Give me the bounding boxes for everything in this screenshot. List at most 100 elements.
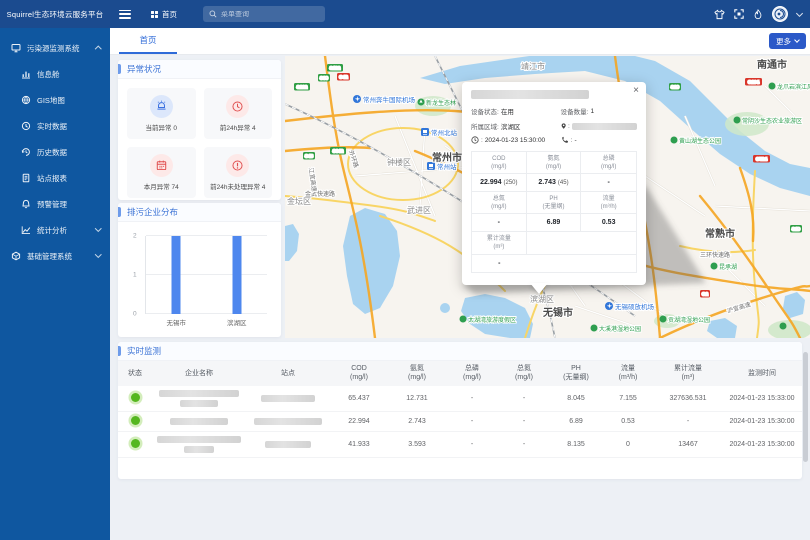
card-month-abnormal[interactable]: 本月异常 74	[127, 147, 196, 198]
park-poi-icon	[660, 316, 667, 323]
park-poi-icon	[769, 83, 776, 90]
chart-bar[interactable]	[232, 236, 241, 314]
park-poi-icon	[591, 325, 598, 332]
metric-header-empty	[527, 232, 636, 254]
map-district-label: 钟楼区	[387, 157, 411, 167]
bar-chart-plot: 012无锡市滨湖区	[145, 236, 267, 314]
chevron-down-icon[interactable]	[796, 9, 803, 16]
card-24h-abnormal[interactable]: 前24h异常 4	[204, 88, 273, 139]
sidebar-item-label: 基础管理系统	[27, 251, 72, 262]
chart-gridline	[146, 313, 267, 314]
flame-icon[interactable]	[753, 9, 763, 20]
metric-header: 总氮(mg/l)	[472, 192, 527, 214]
monitor-row[interactable]: 22.994 2.743 - - 6.89 0.53 - 2024-01-23 …	[118, 411, 802, 431]
park-poi-icon	[711, 263, 718, 270]
clock-icon	[226, 95, 249, 118]
menu-search[interactable]	[203, 6, 325, 22]
clock-icon	[471, 136, 479, 144]
sidebar-item-realtime-data[interactable]: 实时数据	[0, 113, 110, 139]
metric-value: -	[472, 214, 527, 232]
cell-flow: 0.53	[602, 411, 654, 431]
tab-home[interactable]: 首页	[119, 28, 177, 54]
map-poi-label: 太湖湾旅游度假区	[468, 316, 516, 324]
redacted-site-name	[254, 418, 322, 425]
abnormal-status-panel: 异常状况 当前异常 0 前24h异常 4 本月异常 74 前24h未处理异常 4	[118, 60, 281, 200]
sidebar-item-pollution-monitor-system[interactable]: 污染源监测系统	[0, 35, 110, 61]
metric-header: 氨氮(mg/l)	[527, 152, 582, 174]
sidebar-item-history-data[interactable]: 历史数据	[0, 139, 110, 165]
breadcrumb-home[interactable]: 首页	[151, 9, 177, 20]
map-poi-label: 大溪港湿地公园	[599, 325, 641, 333]
field-label: 设备状态:	[471, 106, 499, 116]
field-value: 1	[590, 108, 594, 115]
monitor-row[interactable]: 65.437 12.731 - - 8.045 7.155 327636.531…	[118, 386, 802, 412]
home-grid-icon	[151, 11, 158, 18]
search-input[interactable]	[221, 11, 319, 18]
abnormal-panel-title: 异常状况	[118, 60, 281, 79]
cell-flow: 0	[602, 431, 654, 457]
chart-x-label: 滨湖区	[227, 317, 247, 327]
field-label: 所属区域:	[471, 121, 499, 131]
map-poi-label: 黄山湖生态公园	[679, 137, 721, 145]
monitor-table: 状态 企业名称 站点 COD(mg/l) 氨氮(mg/l) 总磷(mg/l) 总…	[118, 361, 802, 458]
page-scrollbar[interactable]	[803, 352, 808, 462]
user-avatar[interactable]	[772, 6, 788, 22]
park-poi-icon	[734, 117, 741, 124]
sidebar-item-info-cabin[interactable]: 信息舱	[0, 61, 110, 87]
abnormal-cards: 当前异常 0 前24h异常 4 本月异常 74 前24h未处理异常 4	[118, 79, 281, 207]
chart-bar[interactable]	[172, 236, 181, 314]
redacted-site-name	[265, 441, 311, 448]
realtime-clock-icon	[21, 121, 31, 131]
map-poi-label: 无锡硕放机场	[615, 302, 655, 311]
popup-fields: 设备状态:在用 设备数量:1 所属区域:滨湖区 : : 2024-01-23 1…	[471, 106, 637, 144]
metric-value: 0.53	[581, 214, 636, 232]
theme-shirt-icon[interactable]	[714, 9, 725, 20]
metric-value: 22.994 (250)	[472, 174, 527, 192]
sidebar-item-label: 站点报表	[37, 173, 67, 184]
sidebar-item-site-report[interactable]: 站点报表	[0, 165, 110, 191]
svg-text:G524: G524	[756, 156, 768, 161]
cell-cod: 65.437	[330, 386, 388, 412]
map-city-label: 南通市	[757, 58, 787, 71]
hamburger-menu-icon[interactable]	[119, 10, 131, 19]
monitor-row[interactable]: 41.933 3.593 - - 8.135 0 13467 2024-01-2…	[118, 431, 802, 457]
card-current-abnormal[interactable]: 当前异常 0	[127, 88, 196, 139]
card-label: 本月异常 74	[144, 181, 179, 191]
close-icon[interactable]: ×	[633, 86, 639, 96]
col-header: 累计流量(m³)	[654, 361, 722, 386]
cell-ph: 6.89	[550, 411, 602, 431]
cell-tp: -	[446, 431, 498, 457]
cell-nh3: 12.731	[388, 386, 446, 412]
sidebar-item-label: GIS地图	[37, 95, 65, 106]
field-value: 滨湖区	[501, 121, 521, 131]
sidebar-item-statistics[interactable]: 统计分析	[0, 217, 110, 243]
col-header: 企业名称	[152, 361, 246, 386]
map-poi-label: 常州北站	[431, 128, 458, 137]
cell-time: 2024-01-23 15:33:00	[722, 386, 802, 412]
map-city-label: 无锡市	[542, 306, 573, 319]
redacted-site-title	[471, 90, 589, 99]
svg-text:S39: S39	[320, 75, 329, 80]
map-pond	[440, 303, 450, 313]
more-button[interactable]: 更多	[769, 33, 806, 49]
card-label: 前24h异常 4	[220, 122, 256, 132]
map-road-label: 沪宜高速	[726, 300, 751, 315]
map-poi-label: 贡湖湾湿地公园	[668, 316, 710, 324]
chart-panel-title: 排污企业分布	[118, 203, 281, 222]
sidebar-item-gis-map[interactable]: GIS地图	[0, 87, 110, 113]
park-poi-icon	[780, 323, 787, 330]
map-lake-west	[285, 224, 299, 261]
sidebar-nav: 污染源监测系统 信息舱 GIS地图 实时数据 历史数据 站点报表 预警管理 统计…	[0, 28, 110, 540]
svg-text:S342: S342	[333, 148, 344, 153]
metric-value: -	[581, 174, 636, 192]
fullscreen-icon[interactable]	[734, 9, 744, 19]
sidebar-item-base-management-system[interactable]: 基础管理系统	[0, 243, 110, 269]
chart-gridline	[146, 235, 267, 236]
sidebar-item-warning-management[interactable]: 预警管理	[0, 191, 110, 217]
card-24h-unhandled-abnormal[interactable]: 前24h未处理异常 4	[204, 147, 273, 198]
map-poi-label: 昆承湖	[719, 263, 737, 271]
map-poi-label: 常州奔牛国际机场	[363, 95, 416, 104]
top-navbar: 首页	[110, 0, 810, 28]
cell-cod: 22.994	[330, 411, 388, 431]
sidebar-item-label: 信息舱	[37, 69, 60, 80]
